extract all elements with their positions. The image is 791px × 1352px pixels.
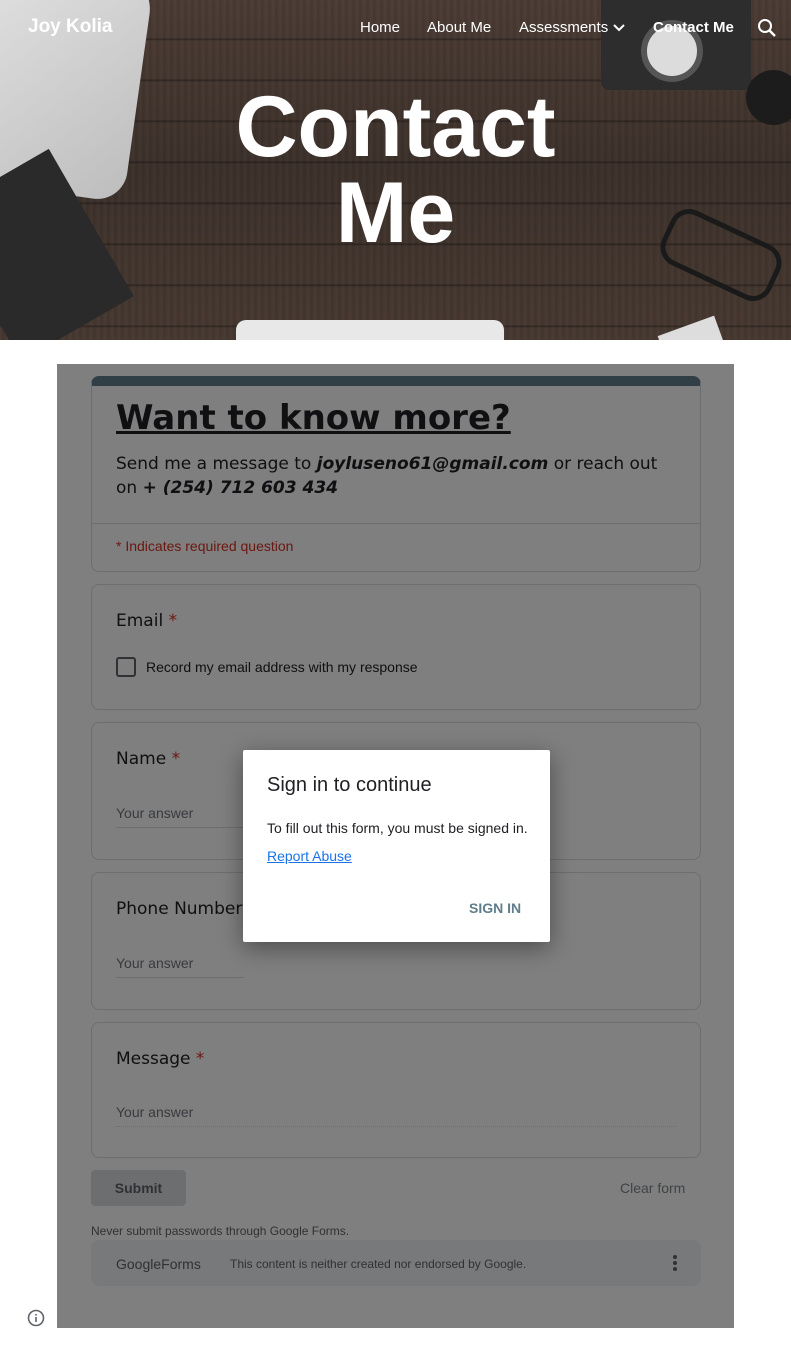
page-title: Contact Me: [0, 84, 791, 256]
nav-item-home[interactable]: Home: [360, 19, 400, 36]
tablet-image: [236, 320, 504, 340]
paper-image: [657, 315, 725, 340]
nav-item-about-me[interactable]: About Me: [427, 19, 491, 36]
chevron-down-icon[interactable]: [611, 20, 627, 36]
site-title[interactable]: Joy Kolia: [28, 16, 112, 38]
page-title-line2: Me: [335, 165, 456, 261]
dialog-title: Sign in to continue: [267, 774, 432, 796]
sign-in-dialog: Sign in to continue To fill out this for…: [243, 750, 550, 942]
hero-banner: Joy Kolia Home About Me Assessments Cont…: [0, 0, 791, 340]
nav-item-assessments[interactable]: Assessments: [519, 19, 608, 36]
search-icon[interactable]: [757, 18, 777, 38]
report-abuse-link[interactable]: Report Abuse: [267, 848, 352, 864]
info-icon[interactable]: [27, 1309, 45, 1327]
top-nav: Joy Kolia Home About Me Assessments Cont…: [0, 0, 791, 56]
sign-in-button[interactable]: SIGN IN: [469, 900, 521, 916]
dialog-text: To fill out this form, you must be signe…: [267, 820, 528, 836]
nav-item-contact-me[interactable]: Contact Me: [653, 19, 734, 36]
google-form-embed: Want to know more? Send me a message to …: [57, 364, 734, 1328]
page-title-line1: Contact: [235, 79, 556, 175]
